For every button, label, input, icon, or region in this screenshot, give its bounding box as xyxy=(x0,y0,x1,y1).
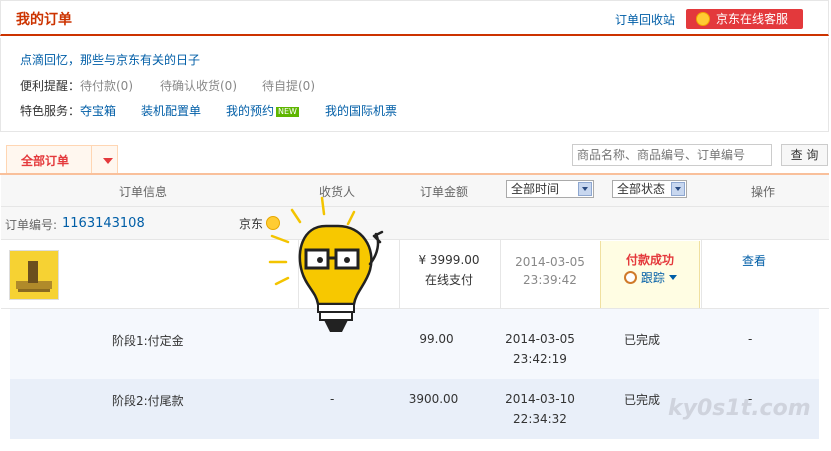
order-time: 23:39:42 xyxy=(523,273,577,287)
chevron-down-icon[interactable] xyxy=(103,158,113,164)
order-header-row: 订单编号: 1163143108 京东 xyxy=(1,207,829,240)
time-filter-select[interactable]: 全部时间 xyxy=(506,180,594,198)
status-filter-value: 全部状态 xyxy=(617,182,666,196)
order-amount: ¥ 3999.00 xyxy=(418,253,480,267)
product-thumbnail[interactable] xyxy=(9,250,59,300)
stage-date: 2014-03-05 xyxy=(505,332,575,346)
stage-amount: 3900.00 xyxy=(408,392,459,406)
order-status: 付款成功 xyxy=(625,253,674,267)
order-id-label: 订单编号: xyxy=(5,218,58,232)
reminder-row: 便利提醒： xyxy=(20,77,80,94)
feature-intl-flights[interactable]: 我的国际机票 xyxy=(325,102,397,119)
shop-name: 京东 xyxy=(239,217,264,231)
time-filter-value: 全部时间 xyxy=(511,182,560,196)
recycle-bin-link[interactable]: 订单回收站 xyxy=(615,11,675,28)
stage-name: 阶段2:付尾款 xyxy=(112,394,184,408)
stage-date: 2014-03-10 xyxy=(505,392,575,406)
product-image xyxy=(10,251,58,299)
col-order-info: 订单信息 xyxy=(119,185,168,199)
stage-status: 已完成 xyxy=(624,333,661,347)
feature-pc-config[interactable]: 装机配置单 xyxy=(141,102,201,119)
watermark-logo: ky0s1t.com xyxy=(668,396,811,421)
order-status-cell: 付款成功 跟踪 xyxy=(600,241,700,308)
stage-amount: 99.00 xyxy=(419,332,454,346)
tab-all-orders-label: 全部订单 xyxy=(21,154,70,168)
dropdown-arrow-icon xyxy=(578,182,592,196)
reminder-pending-pickup[interactable]: 待自提(0) xyxy=(262,77,315,94)
track-label: 跟踪 xyxy=(640,271,665,285)
feature-my-reservations-label: 我的预约 xyxy=(226,104,275,118)
col-amount: 订单金额 xyxy=(420,185,469,199)
status-filter-select[interactable]: 全部状态 xyxy=(612,180,687,198)
service-icon xyxy=(696,12,710,26)
memory-link[interactable]: 点滴回忆，那些与京东有关的日子 xyxy=(20,51,200,68)
tab-divider xyxy=(91,146,92,173)
track-link[interactable]: 跟踪 xyxy=(624,269,677,286)
stage-status: 已完成 xyxy=(624,393,661,407)
stage-name: 阶段1:付定金 xyxy=(112,334,184,348)
reminder-pending-receipt[interactable]: 待确认收货(0) xyxy=(160,77,237,94)
search-button[interactable]: 查 询 xyxy=(781,144,828,166)
stage-action: - xyxy=(748,332,753,346)
feature-my-reservations[interactable]: 我的预约 NEW xyxy=(226,102,299,119)
tab-all-orders[interactable]: 全部订单 xyxy=(6,145,118,173)
order-id-link[interactable]: 1163143108 xyxy=(62,216,145,231)
lightbulb-mascot-icon xyxy=(268,196,384,332)
caret-down-icon xyxy=(668,275,677,280)
table-header: 订单信息 收货人 订单金额 全部时间 全部状态 操作 xyxy=(1,175,829,207)
clock-icon xyxy=(624,271,637,284)
search-input[interactable] xyxy=(572,144,772,166)
new-badge: NEW xyxy=(276,106,299,117)
order-date: 2014-03-05 xyxy=(515,255,585,269)
divider xyxy=(701,240,702,308)
view-order-link[interactable]: 查看 xyxy=(730,252,778,269)
pay-method: 在线支付 xyxy=(424,273,473,287)
features-label: 特色服务： xyxy=(20,104,81,118)
reminder-pending-payment[interactable]: 待付款(0) xyxy=(80,77,133,94)
page-title: 我的订单 xyxy=(16,12,72,28)
feature-treasure-box[interactable]: 夺宝箱 xyxy=(80,102,116,119)
stage-time: 22:34:32 xyxy=(513,412,567,426)
stage-receiver: - xyxy=(330,392,335,406)
reminder-label: 便利提醒： xyxy=(20,79,81,93)
col-action: 操作 xyxy=(751,185,776,199)
stage-time: 23:42:19 xyxy=(513,352,567,366)
online-service-label: 京东在线客服 xyxy=(716,12,789,26)
dropdown-arrow-icon xyxy=(671,182,685,196)
online-service-button[interactable]: 京东在线客服 xyxy=(686,9,803,29)
